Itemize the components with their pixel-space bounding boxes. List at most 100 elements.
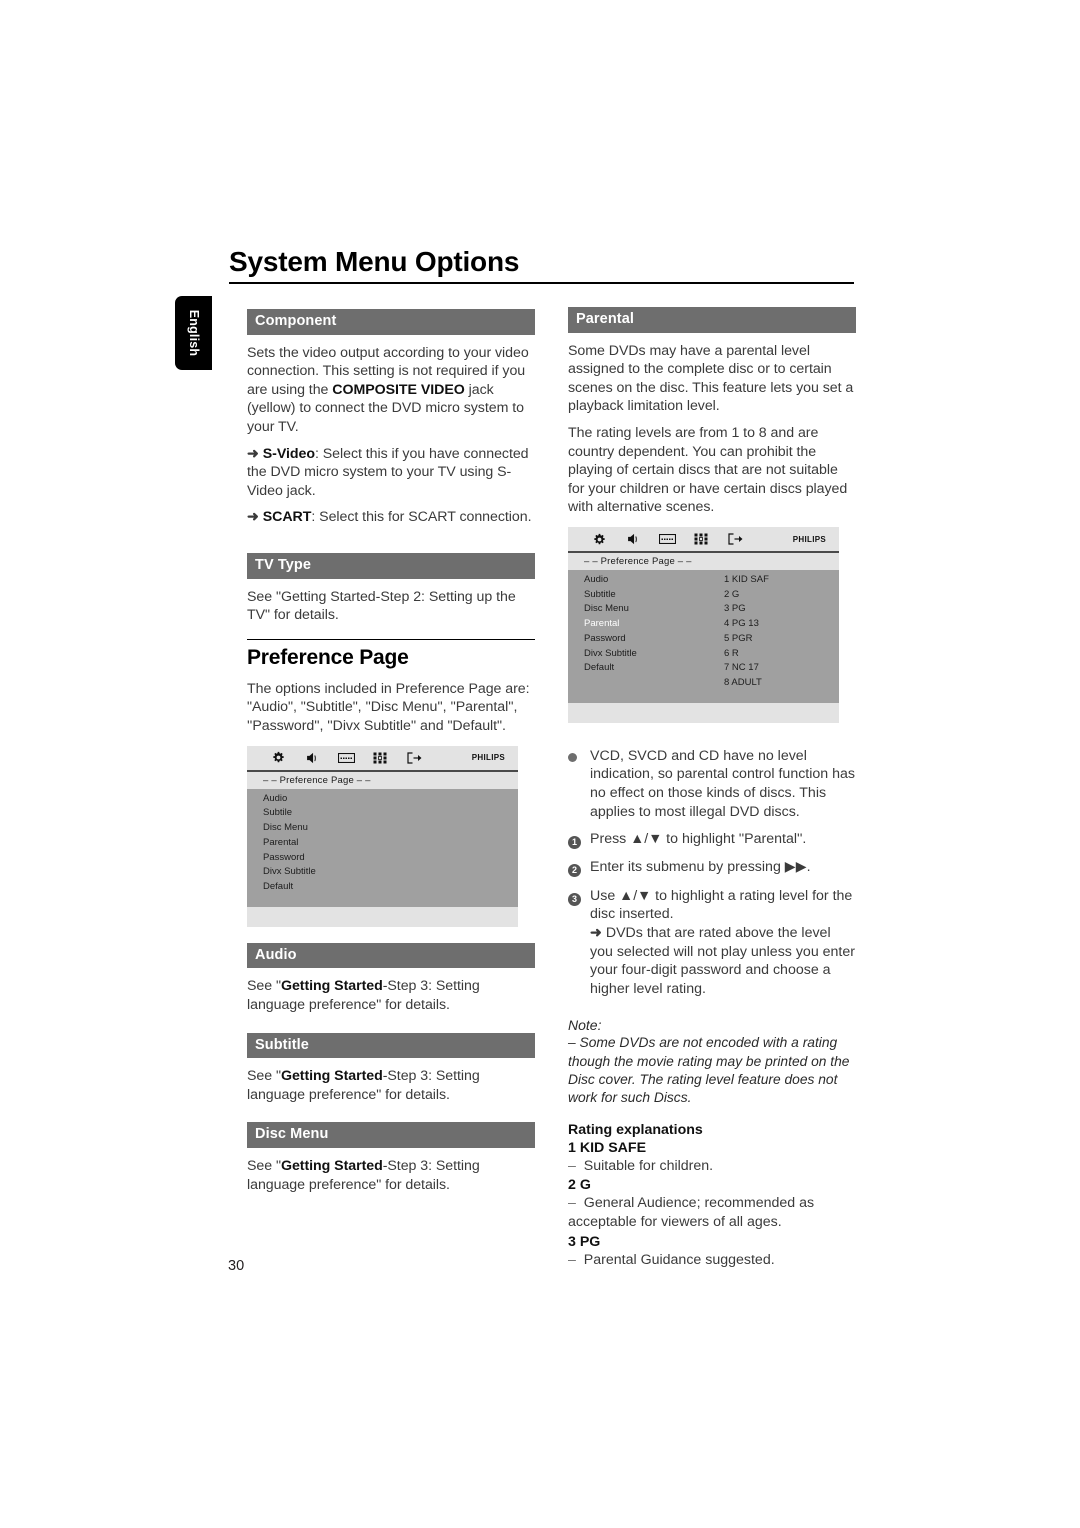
osd-screenshot-parental-levels: PHILIPS – – Preference Page – – Audio 1 K… <box>568 527 839 723</box>
rating-desc-text: Parental Guidance suggested. <box>583 1251 775 1268</box>
arrow-icon: ➜ <box>247 445 259 462</box>
audio-pre: See " <box>247 978 281 995</box>
gear-icon <box>582 533 616 546</box>
osd-item-label <box>584 676 724 691</box>
osd-item-label: Audio <box>584 574 609 586</box>
rating-level: 1 KID SAFE <box>568 1139 647 1156</box>
subtitle-icon <box>329 752 363 763</box>
osd-item-label: Audio <box>263 792 288 804</box>
preference-page-intro: The options included in Preference Page … <box>247 680 530 735</box>
note-dash: – <box>568 1035 576 1051</box>
section-header-subtitle: Subtitle <box>247 1032 535 1059</box>
osd-item-label: Divx Subtitle <box>263 866 316 878</box>
osd-menu-item[interactable]: Password <box>247 851 518 866</box>
osd-item-label: Subtitle <box>584 588 616 600</box>
step-number-icon: 2 <box>568 858 590 878</box>
bullet-dot-icon <box>568 747 590 821</box>
philips-logo: PHILIPS <box>792 534 826 544</box>
page-header: System Menu Options <box>229 246 854 285</box>
preference-dots-icon <box>684 533 718 545</box>
disc-menu-body: See "Getting Started-Step 3: Setting lan… <box>247 1157 535 1194</box>
step-text: Enter its submenu by pressing ▶▶. <box>590 859 811 876</box>
step-number-icon: 1 <box>568 830 590 850</box>
osd-item-value: 4 PG 13 <box>724 618 759 630</box>
component-scart: ➜ SCART: Select this for SCART connectio… <box>247 508 535 527</box>
bullet-text: VCD, SVCD and CD have no level indicatio… <box>590 747 855 820</box>
scart-text: : Select this for SCART connection. <box>311 509 532 526</box>
rating-dash: – <box>568 1195 576 1212</box>
rating-description: – Suitable for children. <box>568 1157 856 1176</box>
osd-menu-item[interactable]: Disc Menu 3 PG <box>568 602 839 617</box>
osd-menu-item[interactable]: Parental <box>247 836 518 851</box>
osd-menu-item[interactable]: Subtitle 2 G <box>568 588 839 603</box>
page-number: 30 <box>228 1258 245 1274</box>
step-text: Use ▲/▼ to highlight a rating level for … <box>590 887 856 999</box>
osd-item-label: Subtile <box>263 807 293 819</box>
osd-item-label: Disc Menu <box>263 822 308 834</box>
osd-item-value: 7 NC 17 <box>724 662 759 674</box>
component-p1-bold: COMPOSITE VIDEO <box>332 381 465 398</box>
step-text: Press ▲/▼ to highlight ''Parental''. <box>590 831 807 848</box>
osd-menu-item[interactable]: Audio <box>247 792 518 807</box>
rating-description: – Parental Guidance suggested. <box>568 1251 856 1270</box>
osd-menu-item[interactable]: 8 ADULT <box>568 676 839 691</box>
osd-item-label: Password <box>584 632 626 644</box>
osd-menu-item[interactable]: Password 5 PGR <box>568 632 839 647</box>
osd-icon-bar: PHILIPS <box>247 745 518 772</box>
section-header-audio: Audio <box>247 942 535 969</box>
component-svideo: ➜ S-Video: Select this if you have conne… <box>247 445 535 501</box>
osd-menu-item[interactable]: Default <box>247 880 518 895</box>
left-column: Component Sets the video output accordin… <box>247 309 535 1202</box>
rating-explanations-title: Rating explanations <box>568 1121 703 1138</box>
osd-page-title: – – Preference Page – – <box>568 553 839 571</box>
parental-paragraph-2: The rating levels are from 1 to 8 and ar… <box>568 425 848 516</box>
component-paragraph: Sets the video output according to your … <box>247 344 535 437</box>
document-page: System Menu Options English Component Se… <box>0 0 1080 1528</box>
section-header-disc-menu: Disc Menu <box>247 1122 535 1149</box>
step-number: 1 <box>568 836 581 850</box>
disc-menu-pre: See " <box>247 1158 281 1175</box>
note-label: Note: <box>568 1017 602 1034</box>
osd-footer <box>568 702 839 723</box>
subtitle-icon <box>650 534 684 545</box>
osd-menu-item[interactable]: Audio 1 KID SAF <box>568 573 839 588</box>
note-text: – Some DVDs are not encoded with a ratin… <box>568 1034 856 1107</box>
language-tab: English <box>175 296 212 370</box>
osd-menu-list: Audio 1 KID SAF Subtitle 2 G Disc Menu 3 PG… <box>568 570 839 703</box>
osd-menu-list: Audio Subtile Disc Menu Parental Passwor… <box>247 788 518 907</box>
osd-menu-item[interactable]: Disc Menu <box>247 821 518 836</box>
arrow-icon: ➜ <box>590 924 602 941</box>
rating-description: – General Audience; recommended as accep… <box>568 1194 856 1231</box>
osd-menu-item[interactable]: Default 7 NC 17 <box>568 661 839 676</box>
osd-item-label: Default <box>584 662 615 674</box>
tv-type-body: See "Getting Started-Step 2: Setting up … <box>247 588 516 624</box>
rating-level: 3 PG <box>568 1233 601 1250</box>
note-body: Some DVDs are not encoded with a rating … <box>568 1035 850 1106</box>
disc-menu-bold: Getting Started <box>280 1158 383 1175</box>
language-tab-label: English <box>186 309 201 357</box>
step-number: 2 <box>568 864 581 878</box>
osd-menu-item-selected[interactable]: Parental 4 PG 13 <box>568 617 839 632</box>
rating-desc-text: General Audience; recommended as accepta… <box>568 1195 815 1230</box>
step3-sub-text: DVDs that are rated above the level you … <box>590 924 855 997</box>
parental-paragraph-1: Some DVDs may have a parental level assi… <box>568 342 854 415</box>
preference-dots-icon <box>363 752 397 764</box>
step-number-icon: 3 <box>568 887 590 999</box>
rating-dash: – <box>568 1251 576 1268</box>
page-title: System Menu Options <box>229 246 520 277</box>
exit-icon <box>397 752 431 764</box>
osd-item-value: 5 PGR <box>724 632 753 644</box>
title-divider <box>229 282 854 285</box>
osd-menu-item[interactable]: Subtile <box>247 806 518 821</box>
arrow-icon: ➜ <box>247 509 259 526</box>
step-row: 2 Enter its submenu by pressing ▶▶. <box>568 858 856 878</box>
exit-icon <box>718 533 752 545</box>
osd-menu-item[interactable]: Divx Subtitle <box>247 865 518 880</box>
osd-item-value: 3 PG <box>724 603 746 615</box>
osd-menu-item[interactable]: Divx Subtitle 6 R <box>568 647 839 662</box>
osd-item-label: Password <box>263 851 305 863</box>
